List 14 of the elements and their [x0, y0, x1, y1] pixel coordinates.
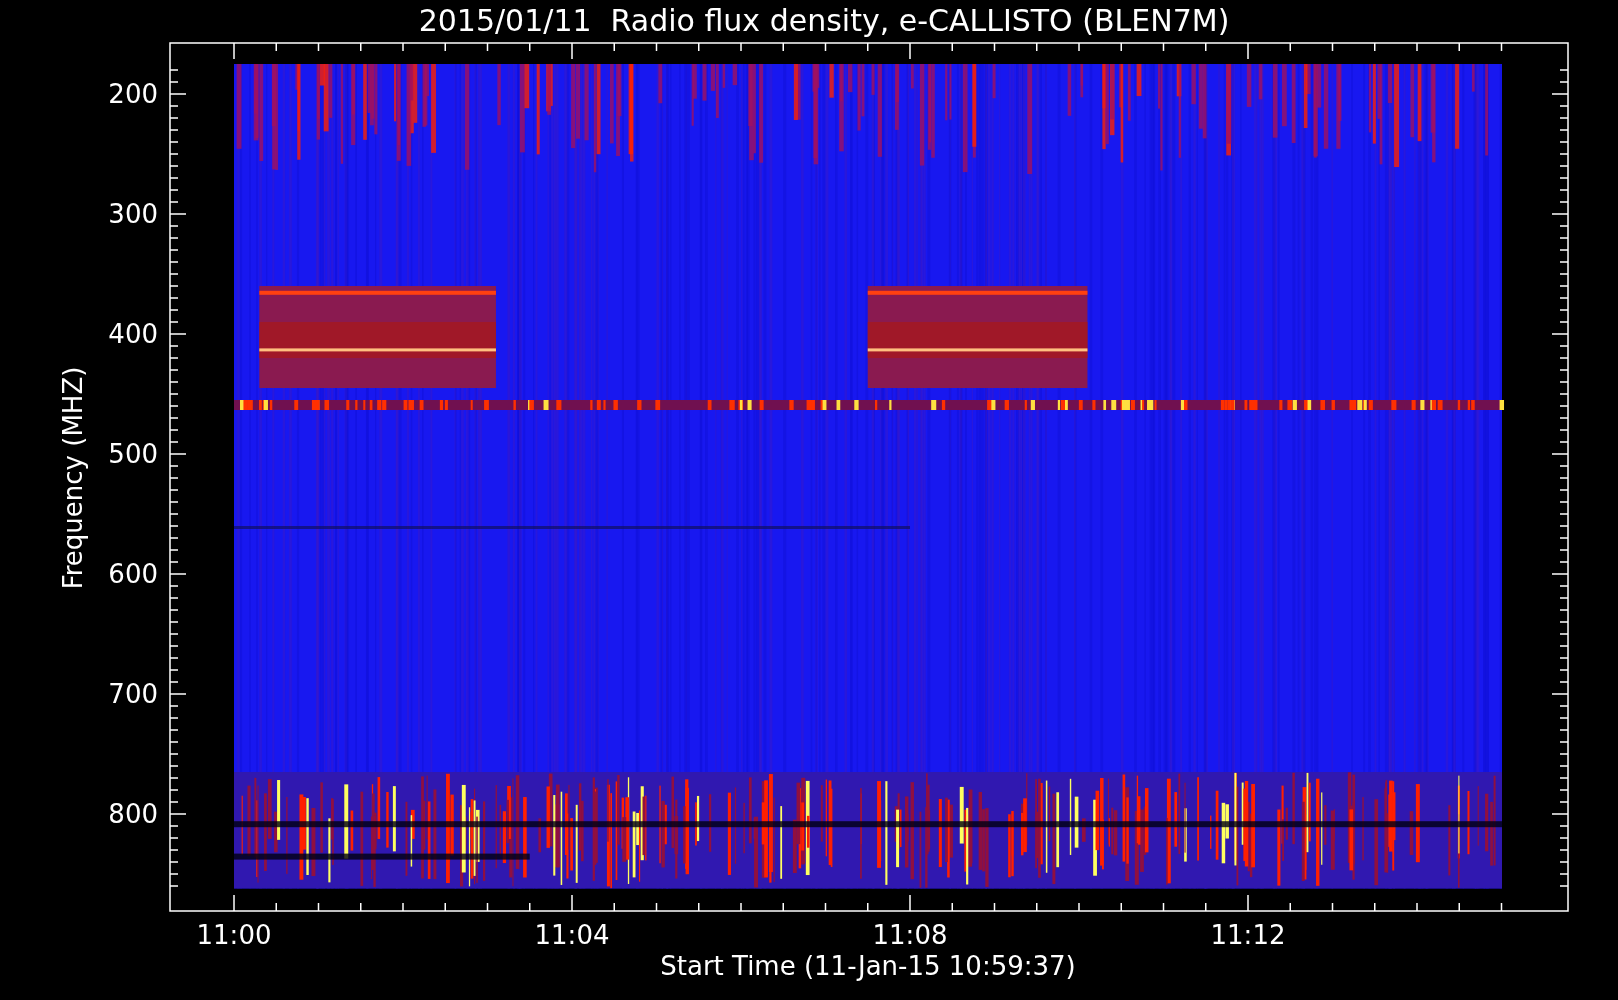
chart-title: 2015/01/11 Radio flux density, e-CALLISTO (BLEN7M)	[418, 2, 1230, 38]
x-tick-label: 11:04	[534, 920, 610, 950]
y-axis-label: Frequency (MHZ)	[58, 366, 88, 590]
y-tick-label: 300	[108, 199, 158, 229]
x-tick-label: 11:12	[1210, 920, 1286, 950]
x-axis-label: Start Time (11-Jan-15 10:59:37)	[660, 951, 1076, 981]
y-tick-label: 700	[108, 679, 158, 709]
x-tick-label: 11:08	[872, 920, 948, 950]
y-tick-label: 400	[108, 319, 158, 349]
y-tick-label: 800	[108, 799, 158, 829]
y-tick-label: 600	[108, 559, 158, 589]
y-tick-label: 500	[108, 439, 158, 469]
y-tick-label: 200	[108, 79, 158, 109]
x-tick-label: 11:00	[196, 920, 272, 950]
